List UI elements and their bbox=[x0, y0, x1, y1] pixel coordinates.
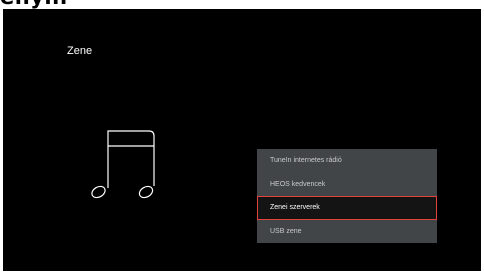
menu-item-heos-favorites[interactable]: HEOS kedvencek bbox=[257, 173, 437, 197]
menu-item-label: Zenei szerverek bbox=[270, 204, 320, 212]
tv-screen: Zene TuneIn internetes rádió HEOS kedven… bbox=[3, 9, 481, 271]
menu-item-tunein[interactable]: TuneIn internetes rádió bbox=[257, 149, 437, 173]
cropped-heading-text: enyin bbox=[0, 0, 68, 8]
menu-item-usb-music[interactable]: USB zene bbox=[257, 220, 437, 244]
music-note-icon bbox=[91, 130, 155, 199]
menu-item-label: HEOS kedvencek bbox=[270, 180, 326, 188]
screen-title: Zene bbox=[67, 45, 93, 57]
menu-item-label: USB zene bbox=[270, 227, 302, 235]
menu-item-label: TuneIn internetes rádió bbox=[270, 157, 342, 165]
source-menu: TuneIn internetes rádió HEOS kedvencek Z… bbox=[257, 149, 437, 243]
menu-item-music-servers[interactable]: Zenei szerverek bbox=[257, 196, 437, 220]
